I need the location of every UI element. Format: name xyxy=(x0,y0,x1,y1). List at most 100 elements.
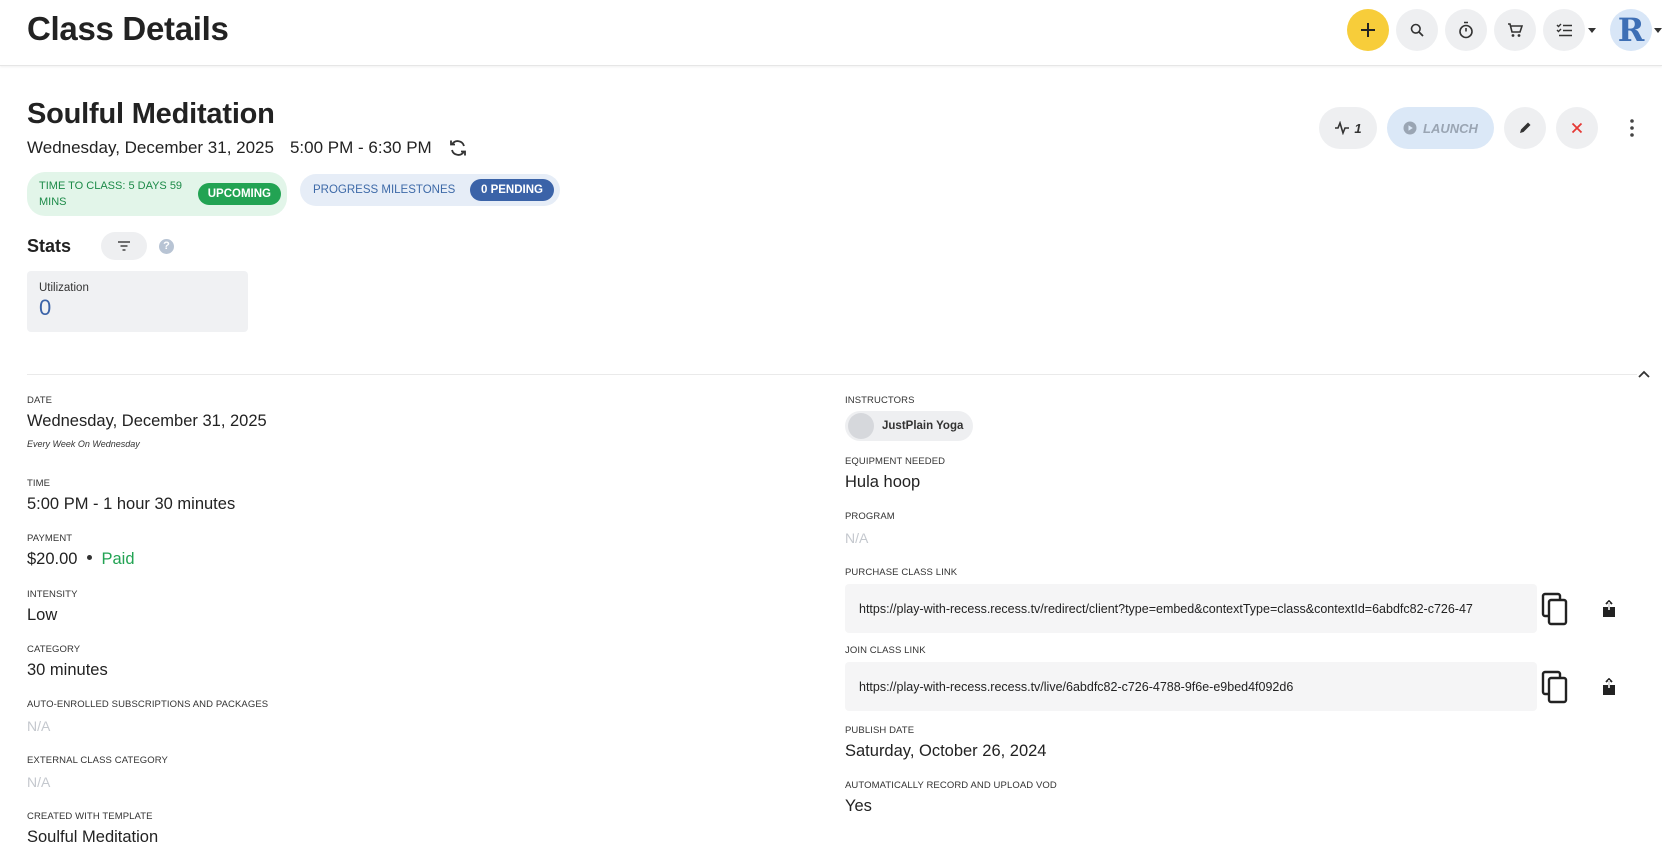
template-field: CREATED WITH TEMPLATE Soulful Meditation xyxy=(27,811,158,847)
stats-title: Stats xyxy=(27,235,72,256)
payment-field: PAYMENT $20.00 Paid xyxy=(27,533,135,569)
publish-date-label: PUBLISH DATE xyxy=(845,725,915,736)
pending-badge: 0 PENDING xyxy=(470,179,554,201)
share-icon[interactable] xyxy=(1600,677,1618,697)
progress-milestones-label: PROGRESS MILESTONES xyxy=(313,184,456,196)
time-value: 5:00 PM - 1 hour 30 minutes xyxy=(27,495,236,513)
separator-dot xyxy=(87,555,93,561)
date-field: DATE Wednesday, December 31, 2025 Every … xyxy=(27,395,267,449)
auto-enrolled-field: AUTO-ENROLLED SUBSCRIPTIONS AND PACKAGES… xyxy=(27,699,268,734)
intensity-value: Low xyxy=(27,606,58,624)
auto-enrolled-label: AUTO-ENROLLED SUBSCRIPTIONS AND PACKAGES xyxy=(27,699,269,710)
utilization-value: 0 xyxy=(39,295,52,320)
chevron-down-icon[interactable] xyxy=(1654,27,1662,33)
purchase-link-row: https://play-with-recess.recess.tv/redir… xyxy=(845,584,1618,633)
copy-icon[interactable] xyxy=(1541,592,1569,626)
intensity-label: INTENSITY xyxy=(27,589,78,600)
join-link-row: https://play-with-recess.recess.tv/live/… xyxy=(845,662,1618,711)
instructor-name: JustPlain Yoga xyxy=(882,420,964,432)
tasks-menu[interactable] xyxy=(1543,9,1604,51)
category-value: 30 minutes xyxy=(27,661,108,679)
launch-label: LAUNCH xyxy=(1423,120,1478,136)
share-icon[interactable] xyxy=(1600,599,1618,619)
timer-icon xyxy=(1459,21,1473,39)
purchase-link-field: PURCHASE CLASS LINK https://play-with-re… xyxy=(845,567,1618,633)
help-icon[interactable]: ? xyxy=(159,238,175,254)
search-button[interactable] xyxy=(1396,9,1438,51)
cancel-class-button[interactable] xyxy=(1556,107,1598,149)
top-actions: R xyxy=(1347,9,1662,51)
activity-button[interactable]: 1 xyxy=(1319,107,1377,149)
join-link-field: JOIN CLASS LINK https://play-with-recess… xyxy=(845,645,1618,711)
instructors-field: INSTRUCTORS JustPlain Yoga xyxy=(845,395,974,444)
time-label: TIME xyxy=(27,478,51,489)
equipment-field: EQUIPMENT NEEDED Hula hoop xyxy=(845,456,945,492)
instructor-chip[interactable]: JustPlain Yoga xyxy=(845,411,974,441)
publish-date-field: PUBLISH DATE Saturday, October 26, 2024 xyxy=(845,725,1047,761)
play-icon xyxy=(1403,121,1417,135)
class-schedule: Wednesday, December 31, 2025 5:00 PM - 6… xyxy=(27,138,468,158)
chevron-up-icon[interactable] xyxy=(1636,366,1652,382)
time-to-class-pill: TIME TO CLASS: 5 DAYS 59 MINS UPCOMING xyxy=(27,172,287,216)
sync-icon[interactable] xyxy=(448,138,468,158)
payment-label: PAYMENT xyxy=(27,533,73,544)
top-bar: Class Details R xyxy=(0,0,1662,66)
equipment-value: Hula hoop xyxy=(845,473,921,491)
utilization-label: Utilization xyxy=(39,282,89,294)
instructors-label: INSTRUCTORS xyxy=(845,395,915,406)
edit-button[interactable] xyxy=(1504,107,1546,149)
add-button[interactable] xyxy=(1347,9,1389,51)
join-link-value[interactable]: https://play-with-recess.recess.tv/live/… xyxy=(845,662,1537,711)
more-options-icon[interactable] xyxy=(1620,107,1644,149)
close-icon xyxy=(1571,122,1583,134)
tasks-icon xyxy=(1556,23,1572,37)
auto-record-value: Yes xyxy=(845,797,872,815)
category-label: CATEGORY xyxy=(27,644,81,655)
publish-date-value: Saturday, October 26, 2024 xyxy=(845,742,1047,760)
auto-enrolled-value: N/A xyxy=(27,718,51,734)
time-field: TIME 5:00 PM - 1 hour 30 minutes xyxy=(27,478,235,514)
time-to-class-text: TIME TO CLASS: 5 DAYS 59 MINS xyxy=(39,180,183,208)
program-value: N/A xyxy=(845,530,869,546)
utilization-card: Utilization 0 xyxy=(27,271,248,332)
pencil-icon xyxy=(1520,122,1531,133)
filter-button[interactable] xyxy=(101,232,148,260)
date-value: Wednesday, December 31, 2025 xyxy=(27,412,267,430)
filter-icon xyxy=(118,241,131,251)
tasks-button[interactable] xyxy=(1543,9,1585,51)
program-field: PROGRAM N/A xyxy=(845,511,895,546)
category-field: CATEGORY 30 minutes xyxy=(27,644,108,680)
search-icon xyxy=(1410,23,1424,37)
cart-button[interactable] xyxy=(1494,9,1536,51)
cart-icon xyxy=(1508,23,1523,37)
purchase-link-value[interactable]: https://play-with-recess.recess.tv/redir… xyxy=(845,584,1537,633)
external-category-field: EXTERNAL CLASS CATEGORY N/A xyxy=(27,755,168,790)
purchase-link-label: PURCHASE CLASS LINK xyxy=(845,567,958,578)
external-category-label: EXTERNAL CLASS CATEGORY xyxy=(27,755,168,766)
copy-icon[interactable] xyxy=(1541,670,1569,704)
class-actions: 1 LAUNCH xyxy=(1319,107,1644,149)
program-label: PROGRAM xyxy=(845,511,895,522)
date-label: DATE xyxy=(27,395,53,406)
payment-value: $20.00 Paid xyxy=(27,550,135,569)
auto-record-field: AUTOMATICALLY RECORD AND UPLOAD VOD Yes xyxy=(845,780,1057,816)
payment-amount: $20.00 xyxy=(27,550,78,568)
class-time-range: 5:00 PM - 6:30 PM xyxy=(289,138,432,157)
recurrence-text: Every Week On Wednesday xyxy=(27,439,140,449)
section-divider xyxy=(27,374,1637,375)
avatar[interactable]: R xyxy=(1610,9,1652,51)
chevron-down-icon xyxy=(1588,27,1596,33)
page-title: Class Details xyxy=(27,10,229,47)
activity-icon xyxy=(1335,121,1350,135)
instructor-avatar xyxy=(848,413,874,439)
external-category-value: N/A xyxy=(27,774,51,790)
class-date: Wednesday, December 31, 2025 xyxy=(27,138,274,157)
template-value: Soulful Meditation xyxy=(27,828,159,846)
timer-button[interactable] xyxy=(1445,9,1487,51)
class-title: Soulful Meditation xyxy=(27,98,275,130)
progress-milestones-pill[interactable]: PROGRESS MILESTONES 0 PENDING xyxy=(300,174,560,206)
stats-header: Stats ? xyxy=(27,232,175,260)
activity-count: 1 xyxy=(1354,120,1362,136)
plus-icon xyxy=(1361,23,1375,37)
launch-button[interactable]: LAUNCH xyxy=(1387,107,1494,149)
